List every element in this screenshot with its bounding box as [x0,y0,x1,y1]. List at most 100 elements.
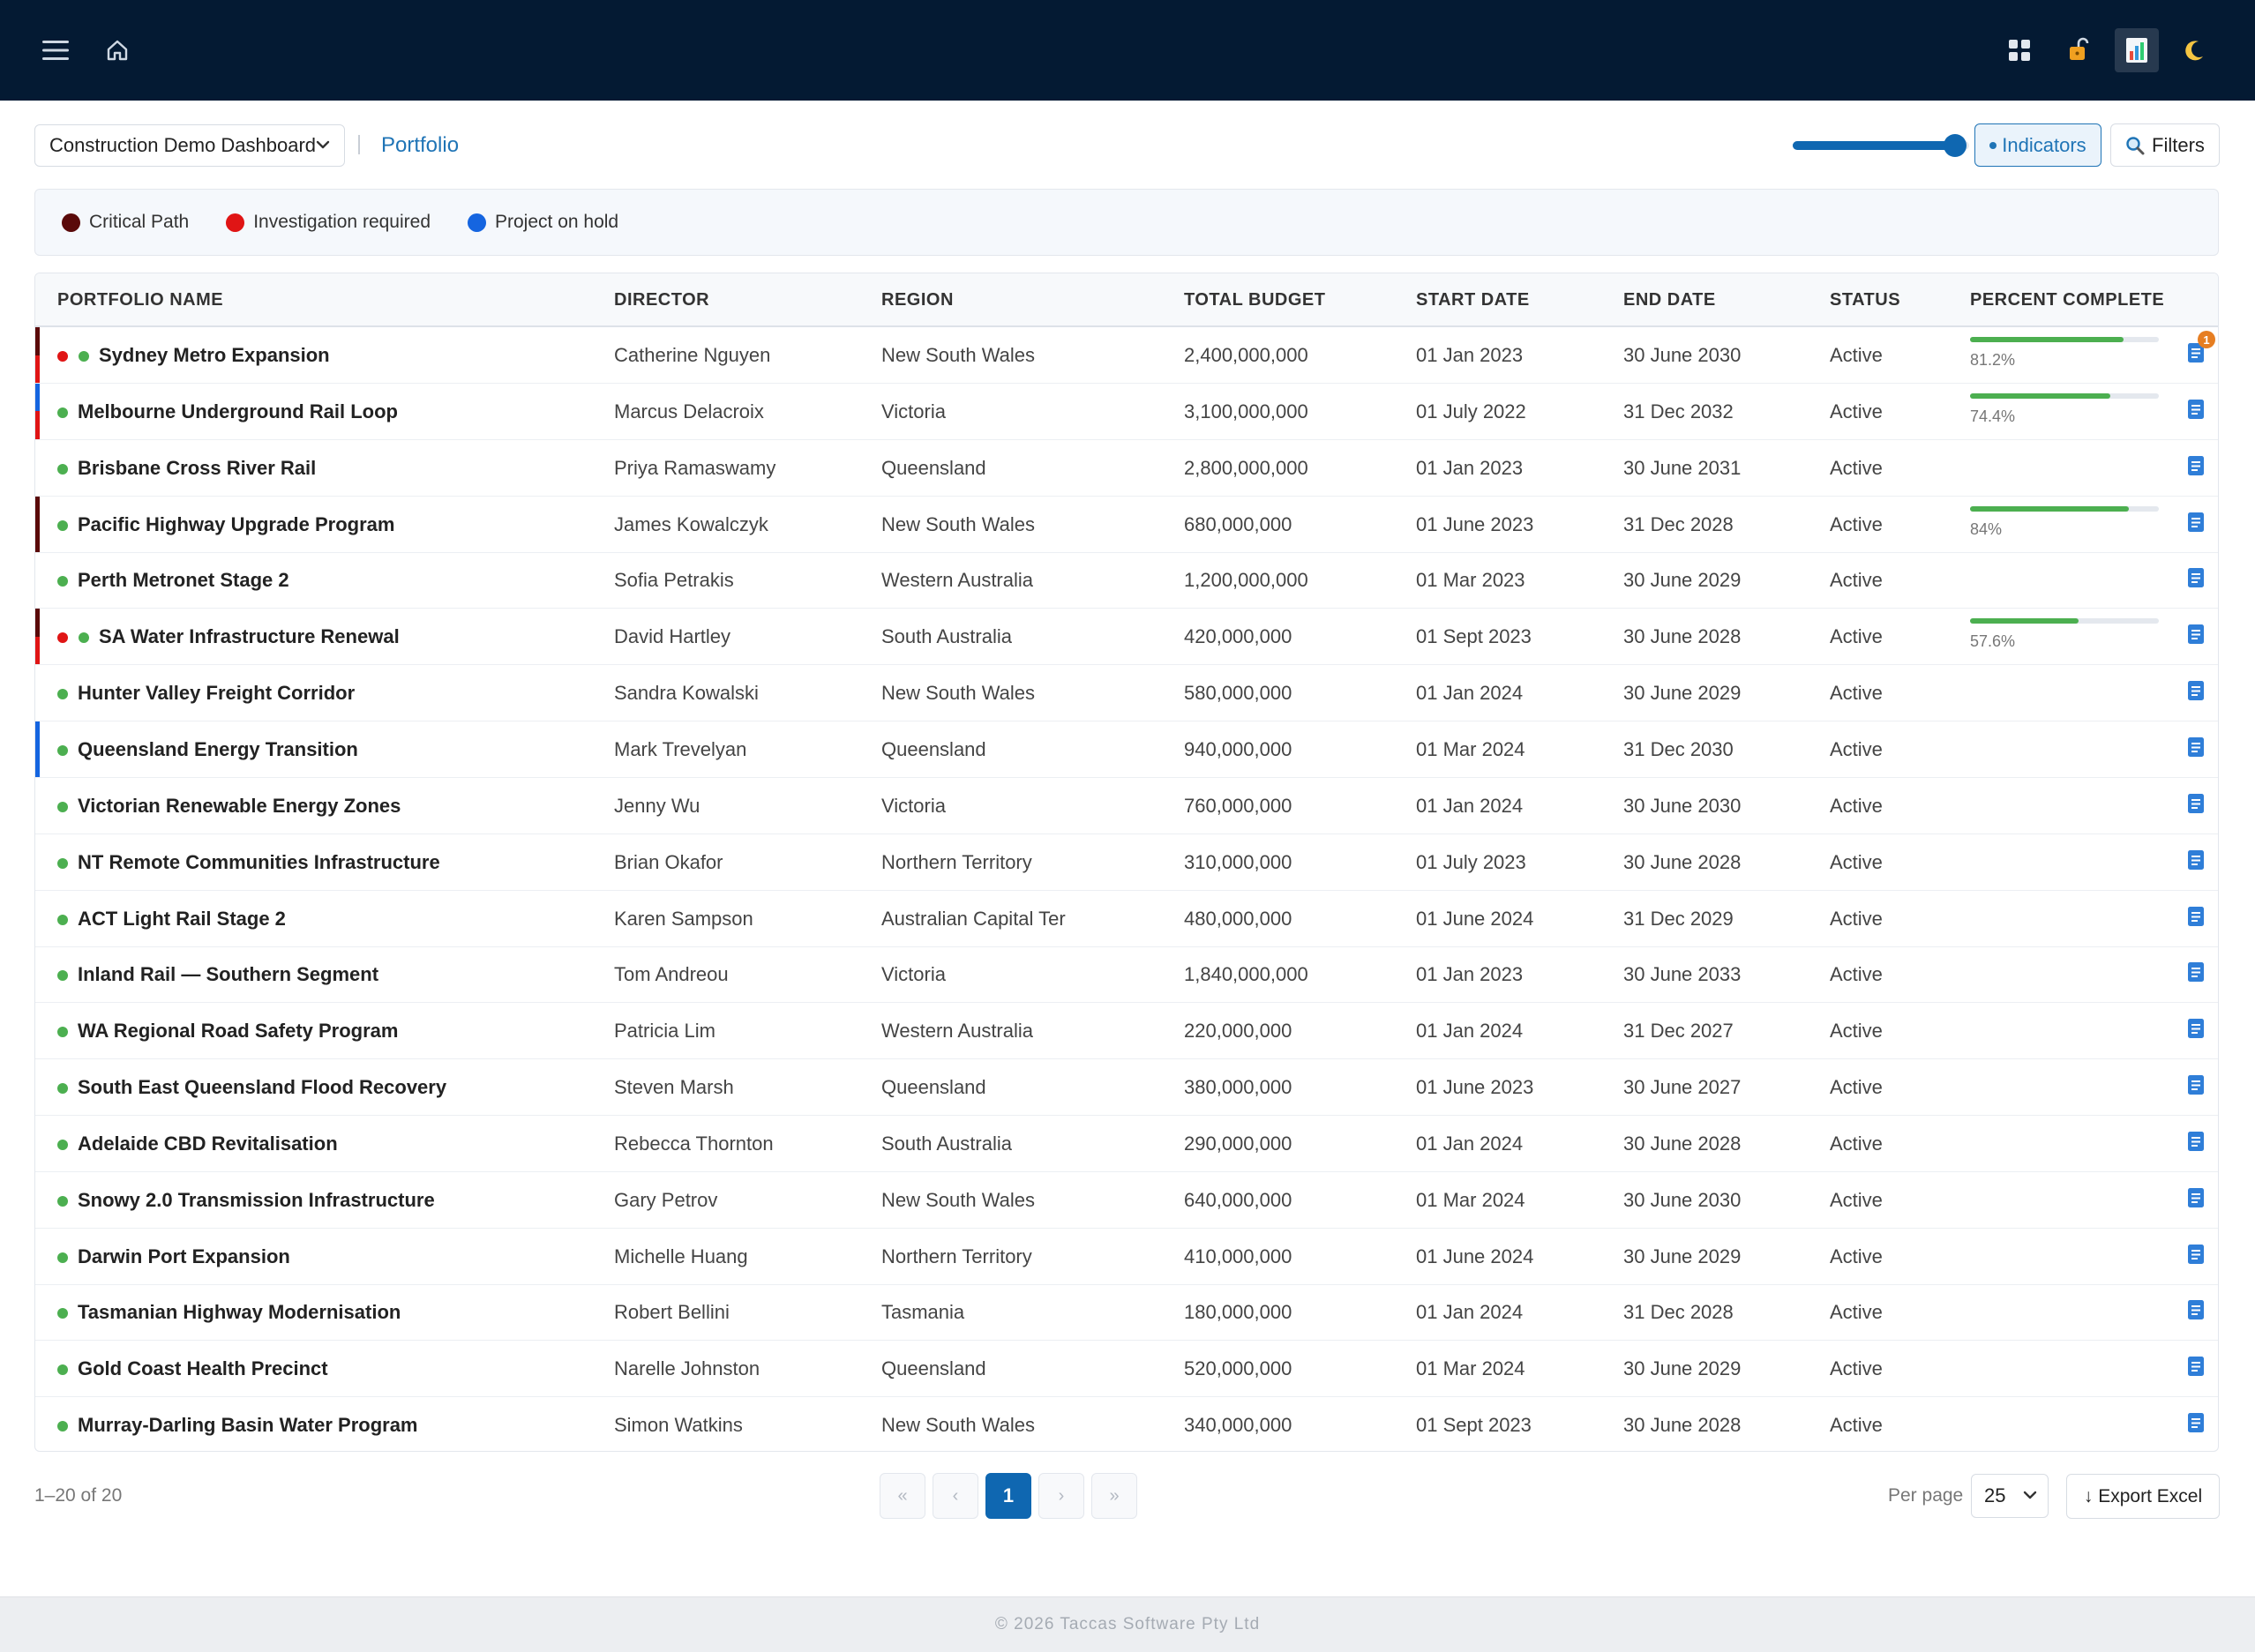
status-cell: Active [1830,907,1883,930]
portfolio-name-link[interactable]: Pacific Highway Upgrade Program [78,513,394,536]
portfolio-name-link[interactable]: NT Remote Communities Infrastructure [78,851,440,874]
table-row[interactable]: Gold Coast Health Precinct Narelle Johnst… [35,1341,2218,1398]
portfolio-name-link[interactable]: Victorian Renewable Energy Zones [78,795,401,818]
table-row[interactable]: Melbourne Underground Rail Loop Marcus De… [35,383,2218,440]
portfolio-name-link[interactable]: Snowy 2.0 Transmission Infrastructure [78,1189,435,1212]
previous-page-button[interactable]: ‹ [933,1473,978,1519]
table-row[interactable]: Tasmanian Highway Modernisation Robert Be… [35,1284,2218,1342]
moon-icon[interactable] [2177,34,2211,67]
table-row[interactable]: Queensland Energy Transition Mark Trevely… [35,721,2218,778]
portfolio-name-link[interactable]: Inland Rail — Southern Segment [78,963,378,986]
document-icon[interactable] [2186,1298,2206,1323]
portfolio-name-link[interactable]: ACT Light Rail Stage 2 [78,908,286,931]
portfolio-name-link[interactable]: Hunter Valley Freight Corridor [78,682,355,705]
indicators-button[interactable]: Indicators [1974,123,2101,167]
table-row[interactable]: South East Queensland Flood Recovery Stev… [35,1059,2218,1117]
status-cell: Active [1830,569,1883,592]
document-icon[interactable] [2186,1355,2206,1379]
table-row[interactable]: Perth Metronet Stage 2 Sofia Petrakis West… [35,552,2218,609]
end-date-cell: 30 June 2030 [1623,1188,1742,1211]
document-icon[interactable] [2186,566,2206,591]
region-cell: Northern Territory [881,850,1032,873]
total-budget-cell: 940,000,000 [1184,737,1292,760]
per-page-value: 25 [1984,1484,2006,1506]
status-dot-icon [57,1139,68,1150]
document-icon[interactable] [2186,1243,2206,1267]
table-row[interactable]: Darwin Port Expansion Michelle Huang North… [35,1229,2218,1285]
export-excel-button[interactable]: ↓ Export Excel [2066,1474,2220,1519]
notification-badge: 1 [2198,331,2215,348]
report-icon[interactable] [2115,28,2159,72]
table-row[interactable]: Brisbane Cross River Rail Priya Ramaswamy… [35,440,2218,497]
breadcrumb-portfolio[interactable]: Portfolio [381,133,459,158]
portfolio-name-link[interactable]: Adelaide CBD Revitalisation [78,1132,338,1155]
document-icon[interactable] [2186,1186,2206,1211]
document-icon[interactable] [2186,454,2206,479]
portfolio-name-link[interactable]: Darwin Port Expansion [78,1245,290,1268]
document-icon[interactable] [2186,1073,2206,1098]
portfolio-name-link[interactable]: SA Water Infrastructure Renewal [99,625,400,648]
portfolio-name-link[interactable]: Perth Metronet Stage 2 [78,569,289,592]
dashboard-select[interactable]: Construction Demo Dashboard [34,124,345,167]
slider-handle[interactable] [1944,134,1967,157]
document-icon[interactable] [2186,679,2206,704]
portfolio-name-link[interactable]: Queensland Energy Transition [78,738,358,761]
table-row[interactable]: Victorian Renewable Energy Zones Jenny Wu… [35,778,2218,834]
document-icon[interactable] [2186,905,2206,930]
page-1-button[interactable]: 1 [985,1473,1031,1519]
region-cell: Victoria [881,794,946,817]
status-cell: Active [1830,1245,1883,1267]
per-page-label: Per page [1888,1485,1964,1506]
table-row[interactable]: Inland Rail — Southern Segment Tom Andreo… [35,946,2218,1004]
table-row[interactable]: NT Remote Communities Infrastructure Bria… [35,834,2218,891]
progress-bar-fill [1970,392,2111,399]
total-budget-cell: 420,000,000 [1184,625,1292,648]
portfolio-name-link[interactable]: Murray-Darling Basin Water Program [78,1414,418,1437]
document-icon[interactable] [2186,961,2206,985]
first-page-button[interactable]: « [880,1473,925,1519]
home-icon[interactable] [101,34,134,67]
row-density-slider[interactable] [1793,134,1969,157]
filters-button[interactable]: Filters [2110,123,2220,167]
table-row[interactable]: WA Regional Road Safety Program Patricia … [35,1003,2218,1060]
portfolio-name-link[interactable]: Melbourne Underground Rail Loop [78,400,398,423]
portfolio-name-link[interactable]: WA Regional Road Safety Program [78,1020,398,1043]
total-budget-cell: 580,000,000 [1184,682,1292,705]
apps-grid-icon[interactable] [2003,34,2036,67]
portfolio-name-link[interactable]: Gold Coast Health Precinct [78,1357,328,1380]
document-icon[interactable] [2186,848,2206,873]
table-row[interactable]: ACT Light Rail Stage 2 Karen Sampson Austr… [35,891,2218,947]
table-row[interactable]: Adelaide CBD Revitalisation Rebecca Thorn… [35,1116,2218,1172]
document-icon[interactable] [2186,1411,2206,1436]
portfolio-table: PORTFOLIO NAME DIRECTOR REGION TOTAL BUDGET… [34,273,2219,1452]
unlock-icon[interactable] [2061,32,2096,67]
portfolio-name-link[interactable]: Brisbane Cross River Rail [78,457,316,480]
document-icon[interactable] [2186,1017,2206,1042]
document-icon[interactable] [2186,792,2206,817]
portfolio-name-link[interactable]: Tasmanian Highway Modernisation [78,1301,401,1324]
document-icon[interactable] [2186,623,2206,647]
table-row[interactable]: Pacific Highway Upgrade Program James Kow… [35,496,2218,553]
document-icon[interactable] [2186,1130,2206,1155]
per-page-select[interactable]: 25 [1971,1474,2049,1518]
document-icon[interactable] [2186,398,2206,422]
document-icon[interactable] [2186,511,2206,535]
document-icon[interactable] [2186,736,2206,760]
region-cell: Queensland [881,1357,986,1380]
table-row[interactable]: Snowy 2.0 Transmission Infrastructure Gar… [35,1172,2218,1229]
status-cell: Active [1830,1188,1883,1211]
portfolio-name-link[interactable]: Sydney Metro Expansion [99,344,330,367]
next-page-button[interactable]: › [1038,1473,1084,1519]
progress-bar-fill [1970,618,2079,624]
table-row[interactable]: Sydney Metro Expansion Catherine Nguyen Ne… [35,327,2218,384]
end-date-cell: 30 June 2029 [1623,1357,1742,1380]
table-row[interactable]: SA Water Infrastructure Renewal David Har… [35,609,2218,666]
total-budget-cell: 410,000,000 [1184,1245,1292,1267]
region-cell: Queensland [881,737,986,760]
menu-icon[interactable] [39,34,72,67]
table-row[interactable]: Murray-Darling Basin Water Program Simon … [35,1397,2218,1451]
last-page-button[interactable]: » [1091,1473,1137,1519]
status-dot-icon [57,744,68,756]
table-row[interactable]: Hunter Valley Freight Corridor Sandra Kow… [35,665,2218,722]
portfolio-name-link[interactable]: South East Queensland Flood Recovery [78,1076,446,1099]
